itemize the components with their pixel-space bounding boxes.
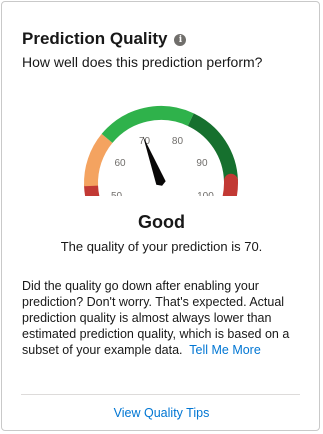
gauge-segment-too-good — [222, 173, 238, 196]
quality-score-text: The quality of your prediction is 70. — [60, 239, 263, 254]
gauge-tick-label: 50 — [111, 191, 123, 196]
quality-explanation: Did the quality go down after enabling y… — [22, 278, 307, 358]
gauge-tick-labels: 5060708090100 — [111, 136, 214, 196]
gauge-tick-label: 90 — [196, 158, 208, 169]
quality-rating: Good — [138, 212, 185, 232]
title-row: Prediction Quality i — [22, 28, 187, 50]
gauge-segment-poor — [84, 178, 100, 196]
prediction-quality-card: Prediction Quality i How well does this … — [1, 1, 320, 431]
gauge-tick-label: 80 — [172, 136, 184, 147]
tell-me-more-link[interactable]: Tell Me More — [189, 343, 261, 357]
gauge-segment-good — [101, 106, 194, 144]
gauge-segment-fair — [84, 133, 113, 187]
gauge-tick-label: 60 — [114, 158, 126, 169]
quality-gauge: 5060708090100 — [84, 106, 238, 196]
footer-divider — [21, 394, 300, 395]
info-icon[interactable]: i — [174, 34, 187, 46]
gauge-tick-label: 100 — [197, 191, 214, 196]
gauge-segment-great — [187, 113, 238, 182]
card-title: Prediction Quality — [22, 29, 168, 48]
card-subtitle: How well does this prediction perform? — [22, 54, 263, 70]
gauge-needle — [143, 136, 166, 186]
view-quality-tips-link[interactable]: View Quality Tips — [2, 405, 321, 421]
